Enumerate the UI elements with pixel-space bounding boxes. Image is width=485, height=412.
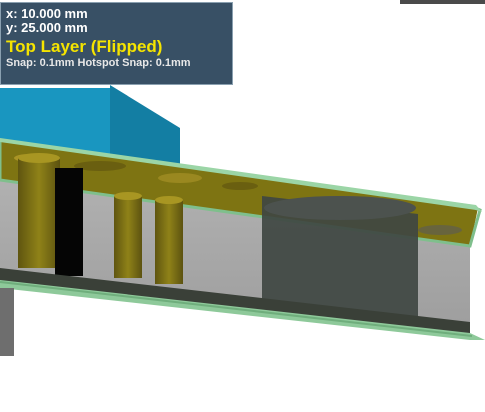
x-coordinate-readout: x: 10.000 mm <box>6 6 88 21</box>
coordinate-hud: x: 10.000 mm y: 25.000 mm Top Layer (Fli… <box>0 2 233 85</box>
viewport-edge-strip <box>400 0 485 4</box>
y-coordinate-readout: y: 25.000 mm <box>6 20 88 35</box>
snap-settings-readout: Snap: 0.1mm Hotspot Snap: 0.1mm <box>6 57 191 69</box>
current-layer-label: Top Layer (Flipped) <box>6 37 163 56</box>
pcb-3d-viewport[interactable]: x: 10.000 mm y: 25.000 mm Top Layer (Fli… <box>0 0 485 412</box>
gray-block-left <box>0 288 14 356</box>
dark-rect-component <box>262 196 418 318</box>
